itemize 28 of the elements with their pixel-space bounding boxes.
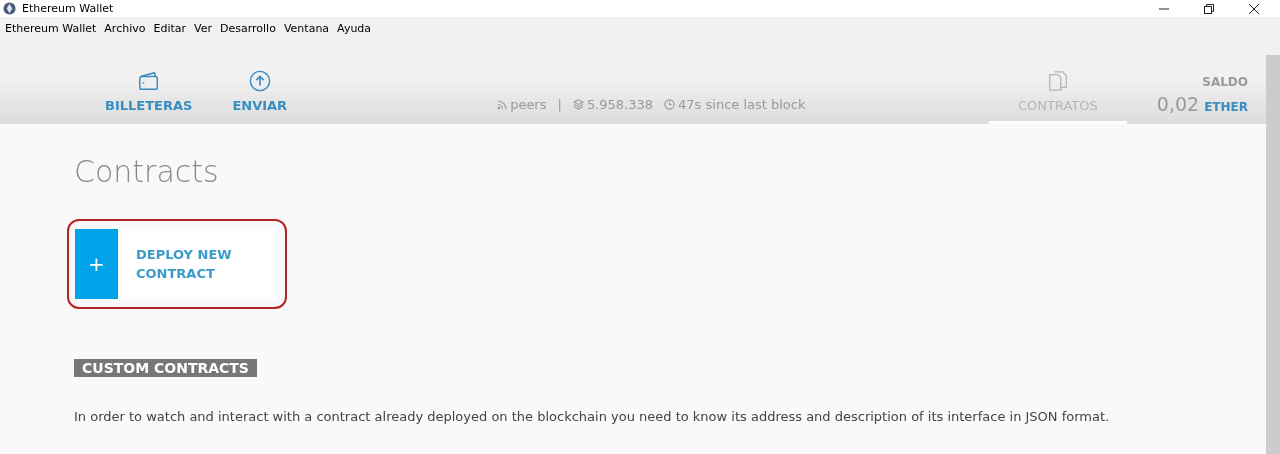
clock-icon [664,99,676,110]
scrollbar[interactable] [1266,55,1280,454]
menu-item[interactable]: Ayuda [337,22,372,35]
menu-item[interactable]: Ethereum Wallet [5,22,97,35]
menu-item[interactable]: Archivo [104,22,146,35]
last-block-time: 47s since last block [678,97,806,112]
wallet-icon [137,70,160,92]
close-icon[interactable] [1248,2,1260,15]
layers-icon [572,99,584,110]
balance-label: SALDO [1202,75,1248,89]
separator: | [557,97,562,112]
block-number: 5.958.338 [586,97,654,112]
balance-unit: ETHER [1204,100,1248,114]
restore-icon[interactable] [1203,2,1215,15]
menu-item[interactable]: Desarrollo [220,22,276,35]
menu-item[interactable]: Editar [153,22,187,35]
window-title: Ethereum Wallet [22,2,114,15]
section-heading: CUSTOM CONTRACTS [74,359,257,377]
page-title: Contracts [74,154,220,189]
app-logo-icon [3,2,16,15]
menu-item[interactable]: Ventana [283,22,330,35]
documents-icon [1046,70,1069,92]
menu-item[interactable]: Ver [194,22,212,35]
balance-amount: 0,02 [1156,93,1200,115]
peers-label: peers [510,97,547,112]
plus-icon: + [75,229,118,299]
description-text: In order to watch and interact with a contract already deployed on the blockchain you need to know its address and description of its interface in JSON format. [74,409,1111,424]
signal-icon [497,99,508,110]
